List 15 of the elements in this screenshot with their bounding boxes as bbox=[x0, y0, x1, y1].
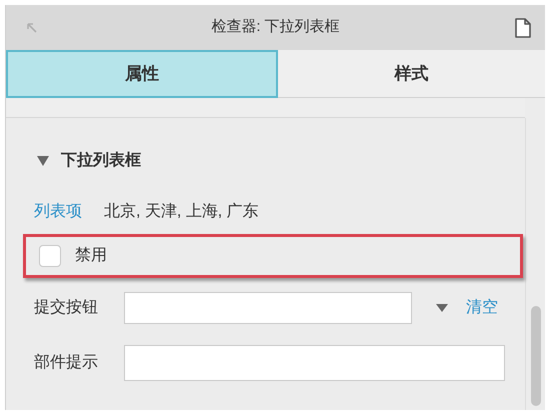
collapse-triangle-icon[interactable] bbox=[37, 156, 49, 166]
window-title: 检查器: 下拉列表框 bbox=[210, 17, 341, 38]
widget-tip-field[interactable] bbox=[124, 345, 505, 381]
section-heading: 下拉列表框 bbox=[61, 150, 141, 171]
tab[interactable]: 属性 bbox=[6, 50, 278, 98]
list-items-value: 北京, 天津, 上海, 广东 bbox=[104, 202, 259, 222]
checkbox[interactable] bbox=[39, 245, 61, 267]
arrow-icon[interactable] bbox=[26, 22, 38, 34]
submit-button-field[interactable] bbox=[124, 292, 412, 324]
field-label: 提交按钮 bbox=[34, 298, 99, 318]
field-label: 部件提示 bbox=[34, 352, 99, 373]
checkbox-label: 禁用 bbox=[75, 246, 107, 266]
dropdown-caret-icon[interactable] bbox=[436, 304, 448, 312]
scrollbar-thumb[interactable] bbox=[531, 306, 541, 406]
document-icon[interactable] bbox=[515, 18, 531, 38]
